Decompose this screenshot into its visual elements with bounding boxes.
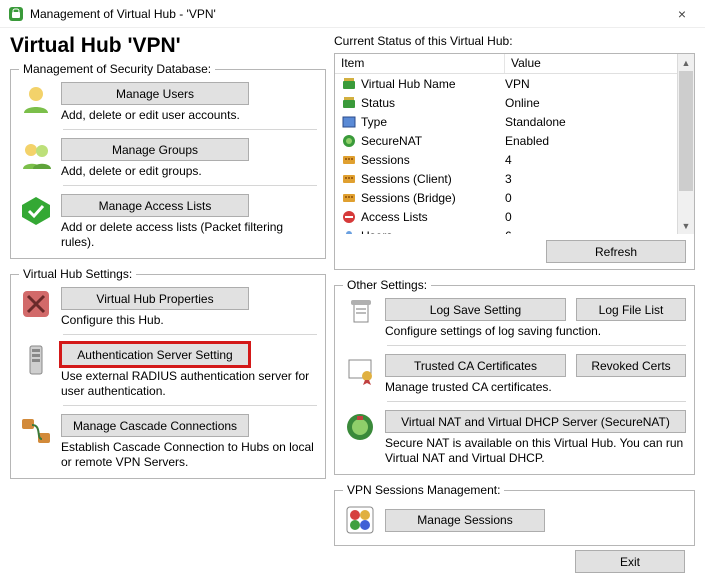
status-item-label: Users	[361, 229, 505, 235]
nat-desc: Secure NAT is available on this Virtual …	[385, 436, 686, 466]
status-row[interactable]: Sessions (Client)3	[335, 169, 677, 188]
status-row-icon	[341, 152, 357, 168]
virtual-hub-properties-button[interactable]: Virtual Hub Properties	[61, 287, 249, 310]
app-icon	[8, 6, 24, 22]
auth-server-icon	[19, 343, 53, 377]
status-item-label: Access Lists	[361, 210, 505, 224]
status-item-value: 6	[505, 229, 677, 235]
exit-button[interactable]: Exit	[575, 550, 685, 573]
status-row[interactable]: TypeStandalone	[335, 112, 677, 131]
status-row[interactable]: Virtual Hub NameVPN	[335, 74, 677, 93]
status-item-label: Status	[361, 96, 505, 110]
separator	[63, 405, 317, 406]
status-table: Item Value Virtual Hub NameVPNStatusOnli…	[335, 54, 677, 234]
virtual-nat-button[interactable]: Virtual NAT and Virtual DHCP Server (Sec…	[385, 410, 686, 433]
status-row-icon	[341, 190, 357, 206]
status-item-value: 0	[505, 191, 677, 205]
manage-access-lists-desc: Add or delete access lists (Packet filte…	[61, 220, 317, 250]
other-settings-legend: Other Settings:	[343, 278, 431, 292]
status-item-value: Standalone	[505, 115, 677, 129]
virtual-hub-properties-desc: Configure this Hub.	[61, 313, 317, 328]
manage-access-lists-button[interactable]: Manage Access Lists	[61, 194, 249, 217]
manage-users-desc: Add, delete or edit user accounts.	[61, 108, 317, 123]
status-row[interactable]: Users6	[335, 226, 677, 234]
auth-server-setting-button[interactable]: Authentication Server Setting	[61, 343, 249, 366]
sessions-legend: VPN Sessions Management:	[343, 483, 504, 497]
status-row[interactable]: Sessions4	[335, 150, 677, 169]
titlebar: Management of Virtual Hub - 'VPN' ×	[0, 0, 705, 28]
manage-sessions-button[interactable]: Manage Sessions	[385, 509, 545, 532]
status-item-value: 4	[505, 153, 677, 167]
virtual-hub-settings-legend: Virtual Hub Settings:	[19, 267, 136, 281]
status-item-value: 3	[505, 172, 677, 186]
auth-server-desc: Use external RADIUS authentication serve…	[61, 369, 317, 399]
revoked-certs-button[interactable]: Revoked Certs	[576, 354, 686, 377]
trusted-ca-button[interactable]: Trusted CA Certificates	[385, 354, 566, 377]
status-col-item[interactable]: Item	[335, 54, 505, 73]
security-database-legend: Management of Security Database:	[19, 62, 215, 76]
scroll-up-button[interactable]: ▲	[678, 54, 694, 71]
status-row[interactable]: SecureNATEnabled	[335, 131, 677, 150]
status-box: Item Value Virtual Hub NameVPNStatusOnli…	[334, 53, 695, 270]
window-title: Management of Virtual Hub - 'VPN'	[30, 7, 667, 21]
status-item-value: VPN	[505, 77, 677, 91]
sessions-group: VPN Sessions Management: Manage Sessions	[334, 483, 695, 546]
status-legend: Current Status of this Virtual Hub:	[334, 34, 695, 48]
certificate-icon	[343, 354, 377, 388]
manage-groups-desc: Add, delete or edit groups.	[61, 164, 317, 179]
separator	[63, 129, 317, 130]
virtual-hub-settings-group: Virtual Hub Settings: Virtual Hub Proper…	[10, 267, 326, 479]
separator	[63, 334, 317, 335]
log-save-setting-button[interactable]: Log Save Setting	[385, 298, 566, 321]
check-shield-icon	[19, 194, 53, 228]
status-row[interactable]: StatusOnline	[335, 93, 677, 112]
status-row-icon	[341, 209, 357, 225]
log-file-list-button[interactable]: Log File List	[576, 298, 686, 321]
status-item-label: Sessions (Client)	[361, 172, 505, 186]
security-database-group: Management of Security Database: Manage …	[10, 62, 326, 259]
close-button[interactable]: ×	[667, 0, 697, 27]
page-title: Virtual Hub 'VPN'	[10, 34, 326, 58]
status-row[interactable]: Sessions (Bridge)0	[335, 188, 677, 207]
manage-groups-button[interactable]: Manage Groups	[61, 138, 249, 161]
user-icon	[19, 82, 53, 116]
sessions-icon	[343, 503, 377, 537]
group-icon	[19, 138, 53, 172]
separator	[387, 345, 686, 346]
status-col-value[interactable]: Value	[505, 54, 677, 73]
status-row-icon	[341, 171, 357, 187]
log-desc: Configure settings of log saving functio…	[385, 324, 686, 339]
status-row-icon	[341, 76, 357, 92]
separator	[387, 401, 686, 402]
manage-cascade-desc: Establish Cascade Connection to Hubs on …	[61, 440, 317, 470]
log-icon	[343, 298, 377, 332]
scroll-down-button[interactable]: ▼	[678, 217, 694, 234]
status-item-label: Sessions	[361, 153, 505, 167]
hub-properties-icon	[19, 287, 53, 321]
status-item-label: Type	[361, 115, 505, 129]
cascade-icon	[19, 414, 53, 448]
manage-cascade-button[interactable]: Manage Cascade Connections	[61, 414, 249, 437]
scroll-thumb[interactable]	[679, 71, 693, 191]
status-row-icon	[341, 228, 357, 235]
status-item-value: Online	[505, 96, 677, 110]
status-row-icon	[341, 114, 357, 130]
status-item-label: Sessions (Bridge)	[361, 191, 505, 205]
securenat-icon	[343, 410, 377, 444]
status-row-icon	[341, 95, 357, 111]
status-item-value: 0	[505, 210, 677, 224]
status-item-label: Virtual Hub Name	[361, 77, 505, 91]
scrollbar[interactable]: ▲ ▼	[677, 54, 694, 234]
manage-users-button[interactable]: Manage Users	[61, 82, 249, 105]
status-item-value: Enabled	[505, 134, 677, 148]
status-item-label: SecureNAT	[361, 134, 505, 148]
separator	[63, 185, 317, 186]
ca-desc: Manage trusted CA certificates.	[385, 380, 686, 395]
status-row-icon	[341, 133, 357, 149]
status-row[interactable]: Access Lists0	[335, 207, 677, 226]
other-settings-group: Other Settings: Log Save Setting Log Fil…	[334, 278, 695, 475]
refresh-button[interactable]: Refresh	[546, 240, 686, 263]
